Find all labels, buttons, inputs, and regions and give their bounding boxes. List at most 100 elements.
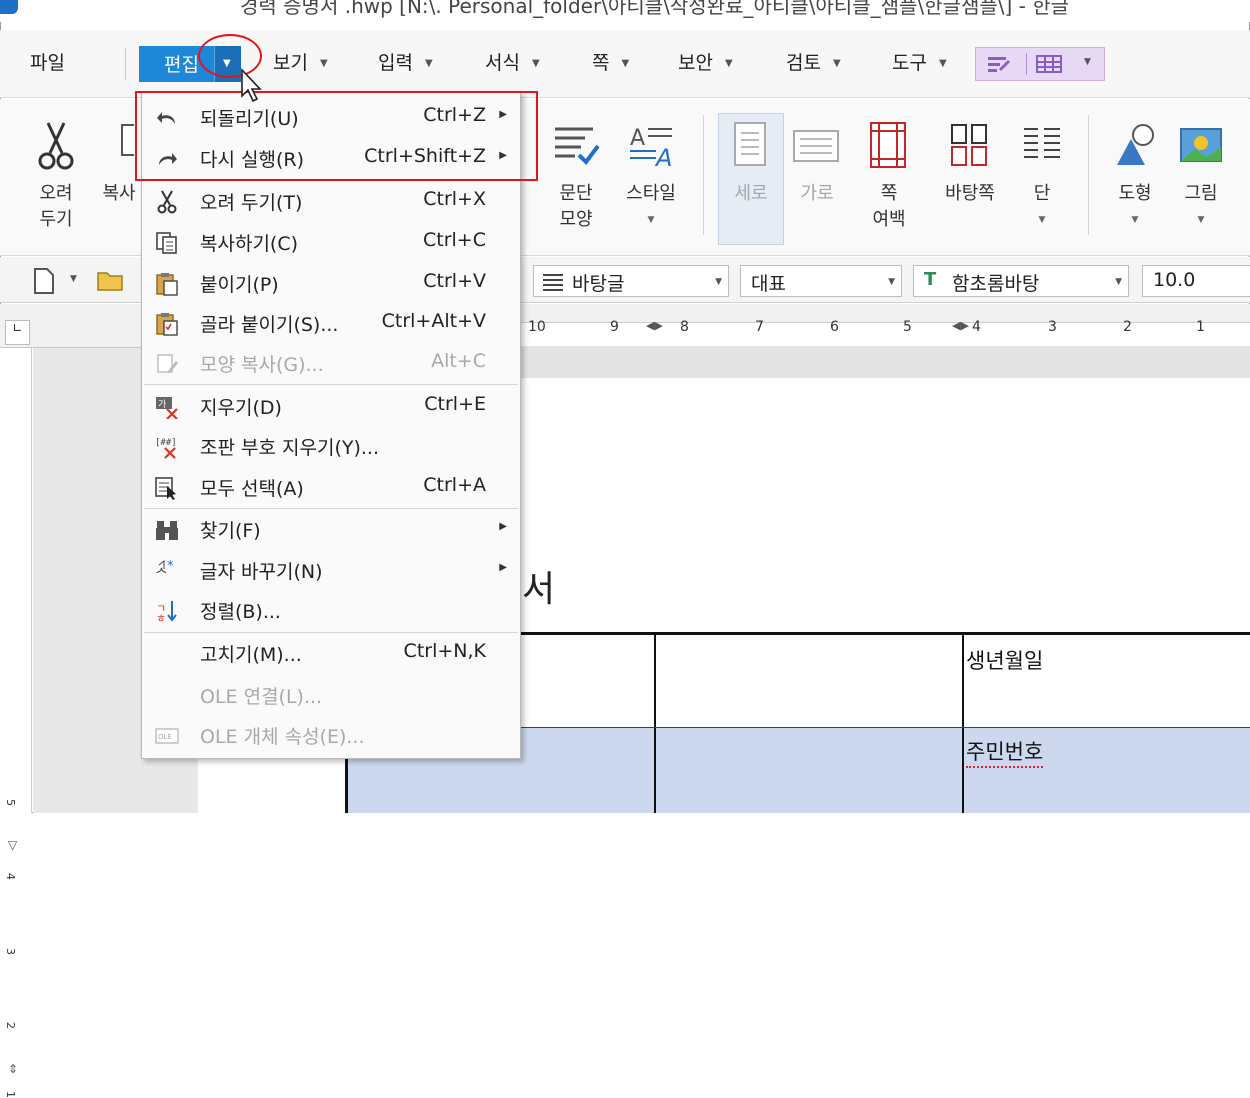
menu-tools[interactable]: 도구 ▼ — [892, 48, 947, 75]
menu-item-label: 고치기(M)... — [200, 644, 302, 666]
menu-file[interactable]: 파일 — [30, 48, 65, 75]
cut-label: 오려 두기 — [39, 183, 73, 230]
menu-item-change-case[interactable]: ᄉ * 글자 바꾸기(N) ▶ — [142, 551, 520, 589]
menu-insert[interactable]: 입력 ▼ — [378, 48, 433, 75]
menu-item-paste[interactable]: 붙이기(P) Ctrl+V — [142, 264, 520, 302]
menu-item-shortcut: Ctrl+X — [423, 188, 486, 210]
master-page-icon — [951, 124, 987, 166]
scissors-icon — [38, 122, 74, 170]
ruler-number: 5 — [4, 799, 17, 806]
ruler-number: 3 — [4, 948, 17, 955]
chevron-down-icon[interactable]: ▼ — [70, 274, 77, 284]
binoculars-icon — [156, 521, 178, 540]
menu-format-label: 서식 — [485, 52, 520, 74]
picture-icon — [1180, 128, 1222, 162]
svg-text:A: A — [654, 144, 672, 171]
menu-item-sort[interactable]: ㄱㅎ 정렬(B)... — [142, 591, 520, 629]
table-cell-id-number[interactable]: 주민번호 — [966, 736, 1044, 768]
highlight-undo-redo-box — [135, 91, 538, 181]
menu-item-shortcut: Ctrl+Alt+V — [381, 310, 486, 332]
page-margin-button[interactable]: 쪽 여백 — [858, 121, 920, 233]
menu-bar: 파일 편집 ▼ 보기 ▼ 입력 ▼ 서식 ▼ 쪽 ▼ 보안 ▼ 검토 ▼ 도구 ▼ ▼ — [0, 30, 1250, 98]
font-size-combo[interactable]: 10.0 — [1142, 265, 1250, 297]
menu-view[interactable]: 보기 ▼ — [273, 48, 328, 75]
chevron-down-icon: ▼ — [888, 277, 895, 287]
chevron-down-icon: ▼ — [1038, 215, 1046, 225]
menu-review[interactable]: 검토 ▼ — [786, 48, 841, 75]
menu-item-copy[interactable]: 복사하기(C) Ctrl+C — [142, 223, 520, 261]
chevron-down-icon: ▼ — [832, 58, 841, 69]
ruler-number: 2 — [1123, 319, 1132, 335]
menu-page-label: 쪽 — [592, 52, 610, 74]
indent-marker-icon[interactable]: ◀▶ — [646, 319, 663, 332]
master-page-label: 바탕쪽 — [945, 183, 995, 204]
portrait-button[interactable]: 세로 — [720, 121, 782, 207]
ribbon-separator — [1088, 115, 1089, 235]
indent-marker-icon[interactable]: ⇕ — [8, 1062, 18, 1076]
menu-edit-label: 편집 — [164, 54, 199, 76]
style-combo[interactable]: 바탕글 ▼ — [533, 265, 729, 297]
vertical-ruler[interactable]: 5 ▽ 4 3 2 ⇕ 1 — [0, 348, 32, 1098]
picture-button[interactable]: 그림 ▼ — [1172, 121, 1230, 233]
menu-item-label: 붙이기(P) — [200, 274, 279, 296]
menu-item-label: 찾기(F) — [200, 520, 261, 542]
menu-item-cut[interactable]: 오려 두기(T) Ctrl+X — [142, 182, 520, 220]
ribbon-separator — [703, 115, 704, 235]
menu-item-select-all[interactable]: 모두 선택(A) Ctrl+A — [142, 468, 520, 506]
menu-item-ole-properties: OLE OLE 개체 속성(E)... — [142, 716, 520, 754]
font-combo-value: 함초롬바탕 — [952, 273, 1040, 295]
edit-view-icon — [988, 57, 1010, 72]
svg-text:ᄉ: ᄉ — [155, 567, 168, 583]
shape-icon — [1117, 124, 1154, 165]
column-button[interactable]: 단 ▼ — [1014, 121, 1070, 233]
svg-text:A: A — [630, 126, 645, 151]
menu-item-edit-object[interactable]: 고치기(M)... Ctrl+N,K — [142, 634, 520, 672]
indent-marker-icon[interactable]: ◀▶ — [952, 319, 969, 332]
font-combo[interactable]: T 함초롬바탕 ▼ — [913, 265, 1129, 297]
table-cell-birthdate[interactable]: 생년월일 — [966, 645, 1043, 675]
sort-icon: ㄱㅎ — [156, 601, 177, 623]
table-border — [962, 632, 964, 813]
hwp-logo-icon — [0, 0, 18, 14]
menu-item-erase[interactable]: 가 지우기(D) Ctrl+E — [142, 387, 520, 425]
shape-label: 도형 — [1118, 183, 1152, 204]
style-button[interactable]: AA 스타일 ▼ — [615, 121, 687, 233]
menu-item-label: 복사하기(C) — [200, 233, 299, 255]
shape-button[interactable]: 도형 ▼ — [1106, 121, 1164, 233]
copy-icon — [121, 124, 143, 156]
ruler-corner-button[interactable]: ∟ — [5, 320, 30, 345]
ruler-number: 3 — [1048, 319, 1057, 335]
copy-label: 복사 — [102, 183, 136, 204]
paragraph-shape-button[interactable]: 문단 모양 — [548, 121, 604, 233]
style-combo-value: 바탕글 — [572, 273, 625, 295]
new-document-icon[interactable] — [32, 267, 56, 295]
mouse-cursor-icon — [241, 68, 262, 103]
menu-item-label: 조판 부호 지우기(Y)... — [200, 437, 379, 459]
ruler-strip[interactable]: 10 9 ◀▶ 8 7 6 5 ◀▶ 4 3 2 1 — [520, 319, 1250, 346]
menu-item-shortcut: Ctrl+V — [423, 270, 486, 292]
language-combo[interactable]: 대표 ▼ — [740, 265, 902, 297]
cut-button[interactable]: 오려 두기 — [24, 121, 88, 233]
paste-special-icon — [156, 313, 178, 336]
select-all-icon — [155, 477, 176, 500]
menu-page[interactable]: 쪽 ▼ — [592, 48, 629, 75]
menu-item-erase-codes[interactable]: [##] 조판 부호 지우기(Y)... — [142, 427, 520, 465]
master-page-button[interactable]: 바탕쪽 — [935, 121, 1005, 207]
menu-item-find[interactable]: 찾기(F) ▶ — [142, 510, 520, 548]
menu-review-label: 검토 — [786, 52, 821, 74]
menu-item-label: 모양 복사(G)... — [200, 354, 324, 376]
menu-item-label: OLE 개체 속성(E)... — [200, 726, 365, 748]
chevron-down-icon: ▼ — [531, 58, 540, 69]
paragraph-style-icon — [543, 274, 563, 291]
menu-item-paste-special[interactable]: 골라 붙이기(S)... Ctrl+Alt+V — [142, 304, 520, 342]
menu-item-label: 지우기(D) — [200, 397, 282, 419]
landscape-button[interactable]: 가로 — [788, 121, 846, 207]
column-label: 단 — [1033, 183, 1051, 204]
chevron-down-icon: ▼ — [319, 58, 328, 69]
menu-format[interactable]: 서식 ▼ — [485, 48, 540, 75]
indent-marker-icon[interactable]: ▽ — [8, 838, 17, 852]
table-border — [654, 632, 656, 813]
view-mode-toggle[interactable]: ▼ — [975, 47, 1105, 81]
open-folder-icon[interactable] — [96, 269, 126, 293]
menu-security[interactable]: 보안 ▼ — [678, 48, 733, 75]
